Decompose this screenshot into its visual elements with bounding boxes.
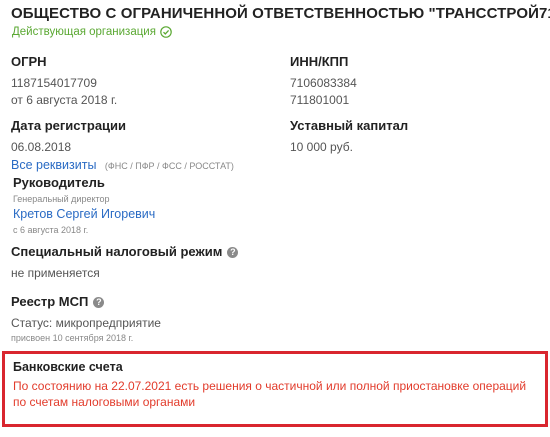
details-sources: (ФНС / ПФР / ФСС / РОССТАТ) [104,161,234,171]
msp-status: Статус: микропредприятие [11,316,161,330]
tax-regime-label-text: Специальный налоговый режим [11,244,223,259]
company-title: ОБЩЕСТВО С ОГРАНИЧЕННОЙ ОТВЕТСТВЕННОСТЬЮ… [11,5,550,22]
ogrn-label: ОГРН [11,54,47,69]
check-circle-icon [160,26,172,38]
bank-accounts-highlight: Банковские счета По состоянию на 22.07.2… [2,351,548,427]
registration-value: 06.08.2018 [11,140,72,154]
info-icon[interactable]: ? [93,297,105,308]
msp-assigned: присвоен 10 сентября 2018 г. [11,333,134,343]
capital-value: 10 000 руб. [290,140,353,154]
director-label: Руководитель [13,175,105,190]
status-label: Действующая организация [12,26,156,38]
info-icon[interactable]: ? [227,247,239,258]
ogrn-date: от 6 августа 2018 г. [11,93,118,107]
msp-label: Реестр МСП? [11,294,105,309]
tax-regime-value: не применяется [11,266,100,280]
company-status: Действующая организация [12,26,172,38]
tax-regime-label: Специальный налоговый режим? [11,244,239,259]
bank-accounts-warning: По состоянию на 22.07.2021 есть решения … [13,379,527,409]
capital-label: Уставный капитал [290,118,409,133]
ogrn-value: 1187154017709 [11,76,97,90]
kpp-value: 711801001 [290,93,350,107]
bank-accounts-label: Банковские счета [13,360,123,374]
director-position: Генеральный директор [13,194,110,204]
director-name-link[interactable]: Кретов Сергей Игоревич [13,207,155,221]
all-details-link[interactable]: Все реквизиты [11,158,96,172]
all-details-row: Все реквизиты (ФНС / ПФР / ФСС / РОССТАТ… [11,156,234,174]
msp-label-text: Реестр МСП [11,294,89,309]
director-since: с 6 августа 2018 г. [13,225,89,235]
inn-value: 7106083384 [290,76,357,90]
inn-kpp-label: ИНН/КПП [290,54,349,69]
registration-label: Дата регистрации [11,118,127,133]
